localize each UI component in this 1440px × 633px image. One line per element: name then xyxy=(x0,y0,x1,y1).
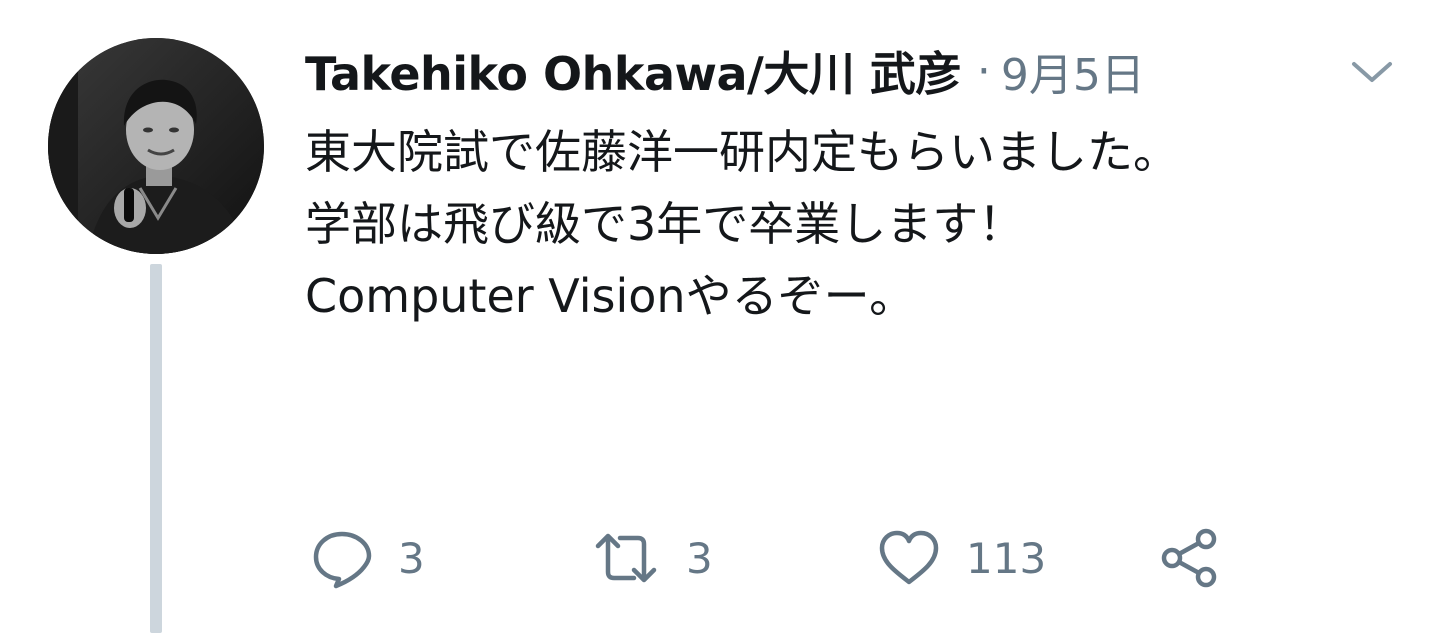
retweet-button[interactable]: 3 xyxy=(590,522,713,594)
like-button[interactable]: 113 xyxy=(876,522,1046,594)
author-name[interactable]: Takehiko Ohkawa/大川 武彦 xyxy=(305,38,961,104)
avatar-photo xyxy=(48,38,264,254)
heart-icon xyxy=(876,526,942,590)
share-button[interactable] xyxy=(1156,522,1222,594)
reply-icon xyxy=(310,526,374,590)
retweet-icon xyxy=(590,526,662,590)
avatar[interactable] xyxy=(48,38,264,254)
like-count: 113 xyxy=(966,533,1047,583)
chevron-down-icon[interactable] xyxy=(1346,52,1398,92)
tweet-text: 東大院試で佐藤洋一研内定もらいました。 学部は飛び級で3年で卒業します！ Com… xyxy=(305,125,1179,323)
separator-dot: · xyxy=(976,45,991,97)
tweet-header: Takehiko Ohkawa/大川 武彦 · 9月5日 xyxy=(305,36,1145,106)
tweet-date[interactable]: 9月5日 xyxy=(1001,39,1145,103)
retweet-count: 3 xyxy=(686,533,713,583)
reply-count: 3 xyxy=(398,533,425,583)
thread-line xyxy=(150,264,162,633)
share-icon xyxy=(1156,526,1222,590)
reply-button[interactable]: 3 xyxy=(310,522,425,594)
